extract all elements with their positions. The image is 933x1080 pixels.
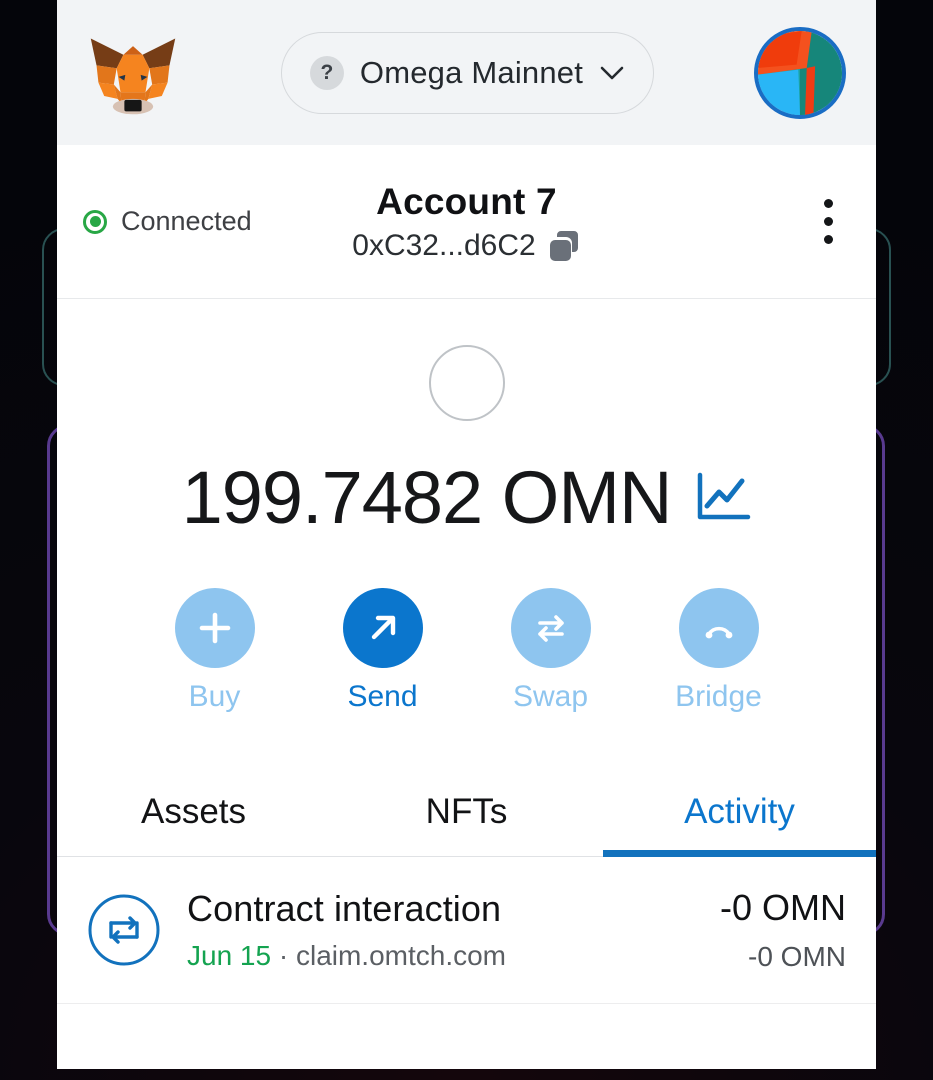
balance-amount: 199.7482 OMN xyxy=(181,456,673,539)
network-name-label: Omega Mainnet xyxy=(359,54,584,90)
more-vertical-icon-dot xyxy=(823,235,833,244)
connected-dot-icon xyxy=(83,209,107,234)
swap-arrows-icon xyxy=(537,615,564,642)
activity-date: Jun 15 xyxy=(187,940,272,971)
activity-subtitle: Jun 15 · claim.omtch.com xyxy=(187,940,694,972)
activity-title: Contract interaction xyxy=(187,888,502,929)
buy-label: Buy xyxy=(188,680,241,713)
buy-button[interactable]: Buy xyxy=(160,588,270,714)
activity-separator: · xyxy=(271,940,296,971)
send-button[interactable]: Send xyxy=(328,588,438,714)
token-placeholder-icon xyxy=(428,345,505,421)
account-bar: Connected Account 7 0xC32...d6C2 xyxy=(57,145,876,299)
avatar[interactable] xyxy=(753,26,846,119)
metamask-popup-window: ? Omega Mainnet Connected Account 7 0xC3… xyxy=(57,0,876,1069)
activity-amount-primary: -0 OMN xyxy=(720,887,846,928)
connection-status[interactable]: Connected xyxy=(83,206,252,237)
send-label: Send xyxy=(347,680,418,713)
tab-activity[interactable]: Activity xyxy=(603,774,876,857)
activity-details: Contract interaction Jun 15 · claim.omtc… xyxy=(187,888,694,972)
arrow-up-right-icon xyxy=(371,615,395,640)
list-item[interactable]: Contract interaction Jun 15 · claim.omtc… xyxy=(57,861,876,1004)
more-vertical-icon-dot xyxy=(823,199,833,208)
activity-amount-secondary: -0 OMN xyxy=(748,941,846,972)
bridge-arc-icon xyxy=(705,626,732,639)
bridge-button[interactable]: Bridge xyxy=(664,588,774,714)
swap-icon-circle xyxy=(510,588,591,668)
activity-list: Contract interaction Jun 15 · claim.omtc… xyxy=(57,857,876,1004)
wallet-tabs: Assets NFTs Activity xyxy=(57,774,876,857)
buy-icon-circle xyxy=(174,588,255,668)
app-header: ? Omega Mainnet xyxy=(57,0,876,145)
tab-assets[interactable]: Assets xyxy=(57,774,330,856)
account-name[interactable]: Account 7 xyxy=(376,181,557,223)
account-address: 0xC32...d6C2 xyxy=(352,228,536,262)
chevron-down-icon xyxy=(600,66,624,79)
activity-origin: claim.omtch.com xyxy=(295,940,507,971)
account-options-menu-button[interactable] xyxy=(806,192,850,252)
metamask-fox-logo[interactable] xyxy=(85,25,181,121)
copy-address-button[interactable]: 0xC32...d6C2 xyxy=(352,229,580,263)
copy-icon xyxy=(549,230,578,261)
wallet-actions: Buy Send Swap Bridge xyxy=(57,588,876,714)
activity-amounts: -0 OMN -0 OMN xyxy=(720,887,846,973)
bridge-icon-circle xyxy=(678,588,759,668)
plus-icon xyxy=(199,612,230,644)
swap-label: Swap xyxy=(512,680,589,713)
network-selector[interactable]: ? Omega Mainnet xyxy=(280,31,655,114)
tab-nfts[interactable]: NFTs xyxy=(330,774,603,856)
balance-row: 199.7482 OMN xyxy=(57,455,876,540)
swap-button[interactable]: Swap xyxy=(496,588,606,714)
more-vertical-icon-dot xyxy=(823,217,833,226)
network-unknown-icon: ? xyxy=(309,55,344,90)
portfolio-line-chart-icon[interactable] xyxy=(695,472,751,524)
send-icon-circle xyxy=(342,588,423,668)
contract-interaction-icon xyxy=(88,894,160,966)
bridge-label: Bridge xyxy=(675,680,762,713)
connected-label: Connected xyxy=(121,206,252,236)
